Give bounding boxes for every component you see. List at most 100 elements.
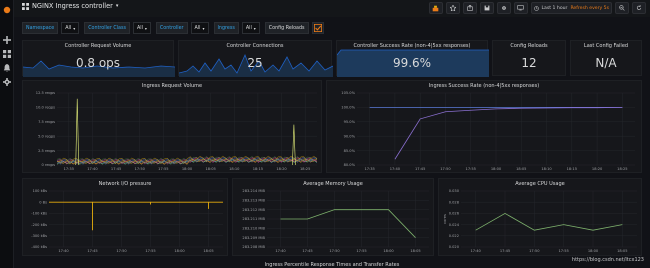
y-tick-label: 5.0 reqps (38, 134, 55, 138)
variable-value: All (65, 25, 72, 31)
y-tick-label: 283.211 MiB (242, 217, 265, 221)
cpu-series-line (475, 212, 623, 231)
variable-value: All (136, 25, 143, 31)
time-picker-button[interactable]: Last 1 hour Refresh every 5s (530, 2, 612, 14)
watermark-text: https://blog.csdn.net/ltcx123 (571, 257, 644, 263)
y-tick-label: 283.208 MiB (242, 245, 265, 249)
y-tick-label: 7.5 reqps (38, 120, 55, 124)
variable-label-controller: Controller (155, 22, 188, 34)
star-button[interactable] (445, 2, 460, 14)
y-tick-label: 283.213 MiB (242, 199, 265, 203)
row-title-response-times[interactable]: Ingress Percentile Response Times and Tr… (22, 262, 642, 268)
y-tick-label: 283.214 MiB (242, 189, 265, 193)
variable-label-controller-class: Controller Class (84, 22, 130, 34)
panel-title: Controller Request Volume (64, 43, 132, 49)
top-navbar: NGINX Ingress controller ▾ Last 1 hour R… (14, 0, 650, 17)
panel-network-io-pressure[interactable]: Network I/O pressure -400 kBs -300 kBs -20… (22, 178, 228, 256)
memory-series-line (280, 209, 416, 238)
save-button[interactable] (479, 2, 494, 14)
dashboard-title[interactable]: NGINX Ingress controller ▾ (22, 2, 118, 10)
add-panel-button[interactable] (428, 2, 443, 14)
ingress-request-volume-chart: 0 reqps 2.5 reqps 5.0 reqps 7.5 reqps 10.0 r… (36, 91, 318, 171)
stat-value: 12 (521, 56, 537, 70)
y-tick-label: 0.020 (449, 245, 460, 249)
panel-controller-request-volume[interactable]: Controller Request Volume 0.8 ops (22, 40, 175, 77)
stat-value: 99.6% (392, 56, 432, 70)
x-tick-label: 17:45 (500, 249, 510, 253)
y-tick-label: 10.0 reqps (36, 106, 55, 110)
template-variables-bar: Namespace All ▾ Controller Class All ▾ Con… (22, 22, 324, 34)
panel-controller-success-rate[interactable]: Controller Success Rate (non-4|5xx respo… (336, 40, 489, 77)
panel-average-memory-usage[interactable]: Average Memory Usage 283.208 MiB 283.209 … (232, 178, 434, 256)
refresh-icon (636, 5, 642, 10)
bell-icon[interactable] (3, 64, 11, 72)
variable-select-ingress[interactable]: All ▾ (241, 22, 260, 34)
x-tick-label: 17:45 (111, 167, 121, 171)
gear-icon (501, 6, 506, 10)
panel-controller-connections[interactable]: Controller Connections 25 (178, 40, 333, 77)
grafana-logo-icon[interactable] (3, 6, 11, 14)
x-tick-label: 18:10 (541, 167, 552, 171)
time-range-label: Last 1 hour (541, 5, 568, 11)
x-tick-label: 17:55 (558, 249, 568, 253)
variable-label-namespace: Namespace (22, 22, 59, 34)
success-rate-series-line (394, 107, 623, 160)
x-tick-label: 17:55 (145, 249, 155, 253)
plus-icon[interactable] (3, 36, 11, 44)
x-tick-label: 18:00 (383, 249, 394, 253)
y-tick-label: 85.0% (344, 149, 356, 153)
x-tick-label: 17:40 (470, 249, 481, 253)
y-tick-label: 0.028 (449, 200, 460, 204)
gear-icon[interactable] (3, 78, 11, 86)
y-tick-label: 100 kBs (33, 189, 48, 193)
add-panel-icon (432, 5, 439, 11)
y-tick-label: 12.5 reqps (36, 91, 55, 95)
panel-last-config-failed[interactable]: Last Config Failed N/A (570, 40, 642, 76)
x-tick-label: 17:50 (440, 167, 451, 171)
panel-ingress-request-volume[interactable]: Ingress Request Volume 0 reqps 2.5 reqps 5… (22, 80, 322, 173)
y-tick-label: -100 kBs (31, 212, 47, 216)
y-tick-label: 0 reqps (42, 163, 56, 167)
x-tick-label: 18:20 (592, 167, 603, 171)
x-tick-label: 18:20 (276, 167, 287, 171)
dashboards-icon[interactable] (3, 50, 11, 58)
panel-average-cpu-usage[interactable]: Average CPU Usage 0.020 0.022 0.024 0.026 0.… (438, 178, 642, 256)
variable-select-namespace[interactable]: All ▾ (61, 22, 80, 34)
settings-button[interactable] (496, 2, 511, 14)
variable-select-controller[interactable]: All ▾ (190, 22, 209, 34)
x-tick-label: 17:50 (116, 249, 127, 253)
variable-value: All (245, 25, 252, 31)
x-tick-label: 17:50 (329, 249, 340, 253)
stat-value: N/A (595, 56, 617, 70)
zoom-out-icon (619, 5, 625, 11)
clock-icon (533, 5, 539, 11)
x-tick-label: 18:00 (182, 167, 193, 171)
variable-select-controller-class[interactable]: All ▾ (132, 22, 151, 34)
refresh-interval-label: Refresh every 5s (570, 5, 609, 11)
x-tick-label: 17:50 (135, 167, 146, 171)
zoom-out-button[interactable] (615, 2, 629, 14)
x-tick-label: 17:55 (466, 167, 476, 171)
x-tick-label: 17:40 (87, 167, 98, 171)
x-tick-label: 17:35 (364, 167, 374, 171)
dashboard-grid-icon (22, 2, 29, 10)
refresh-button[interactable] (632, 2, 646, 14)
panel-ingress-success-rate[interactable]: Ingress Success Rate (non-4|5xx response… (326, 80, 642, 173)
x-tick-label: 18:15 (567, 167, 577, 171)
config-reloads-checkbox[interactable] (311, 22, 324, 34)
x-tick-label: 17:45 (87, 249, 97, 253)
y-tick-label: 105.0% (341, 91, 355, 95)
x-tick-label: 18:05 (516, 167, 526, 171)
y-tick-label: 0 Bs (39, 200, 47, 204)
chevron-down-icon: ▾ (115, 3, 119, 9)
tv-mode-button[interactable] (513, 2, 528, 14)
x-tick-label: 18:05 (410, 249, 420, 253)
x-tick-label: 17:50 (529, 249, 540, 253)
share-icon (466, 5, 473, 11)
panel-config-reloads[interactable]: Config Reloads 12 (492, 40, 566, 76)
config-reloads-toggle-label: Config Reloads (264, 22, 309, 34)
y-tick-label: -400 kBs (31, 245, 47, 249)
variable-label-ingress: Ingress (213, 22, 239, 34)
share-button[interactable] (462, 2, 477, 14)
x-tick-label: 18:00 (588, 249, 599, 253)
